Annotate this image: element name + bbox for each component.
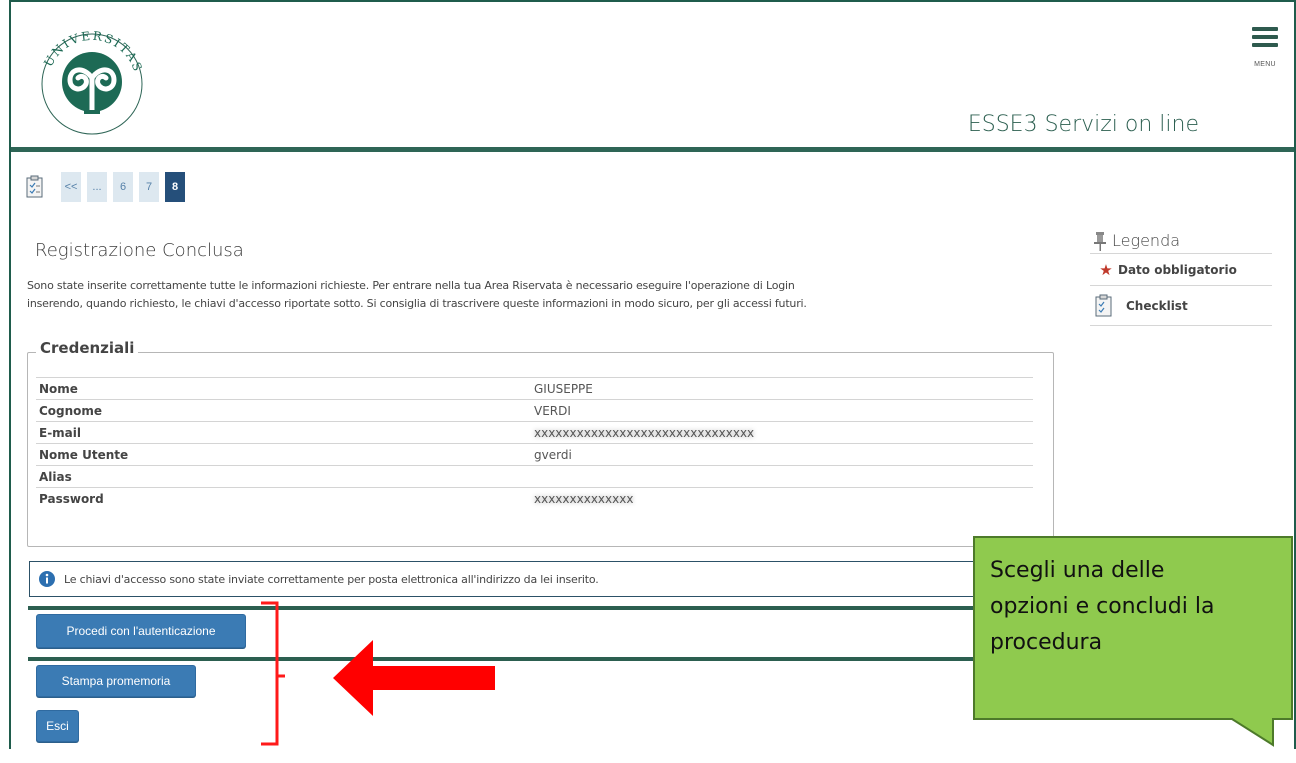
site-header: UNIVERSITAS STUDIORUM INSUBRIAE MENU ESS… [11, 2, 1294, 147]
intro-text: Sono state inserite correttamente tutte … [27, 277, 1067, 313]
pager-ellipsis[interactable]: ... [87, 172, 107, 202]
red-bracket-annotation [261, 601, 285, 746]
checklist-icon [1095, 294, 1112, 316]
pushpin-icon [1094, 231, 1106, 251]
menu-label: MENU [1254, 61, 1276, 68]
pager-step-7[interactable]: 7 [139, 172, 159, 202]
university-logo[interactable]: UNIVERSITAS STUDIORUM INSUBRIAE [28, 20, 156, 148]
site-title: ESSE3 Servizi on line [967, 112, 1199, 137]
info-icon [39, 571, 55, 587]
intro-line-1: Sono state inserite correttamente tutte … [27, 279, 795, 292]
cred-label-alias: Alias [36, 465, 531, 488]
pager-step-8-current[interactable]: 8 [165, 172, 185, 202]
info-message-box: Le chiavi d'accesso sono state inviate c… [29, 561, 1056, 597]
legend-item-label: Dato obbligatorio [1118, 262, 1237, 277]
cred-label-email: E-mail [36, 421, 531, 444]
table-row: Nome Utente gverdi [36, 443, 1033, 466]
table-row: Password xxxxxxxxxxxxxx [36, 487, 1033, 510]
table-row: Cognome VERDI [36, 399, 1033, 422]
hamburger-icon-bar [1252, 35, 1278, 39]
info-message-text: Le chiavi d'accesso sono state inviate c… [64, 572, 599, 586]
intro-line-2: inserendo, quando richiesto, le chiavi d… [27, 297, 807, 310]
cred-value-alias [531, 465, 1033, 488]
table-row: Nome GIUSEPPE [36, 377, 1033, 400]
credentials-table: Nome GIUSEPPE Cognome VERDI E-mail xxxxx… [36, 377, 1033, 510]
page-title: Registrazione Conclusa [35, 240, 244, 261]
legend-item-required: ★ Dato obbligatorio [1090, 254, 1272, 286]
cred-label-nome: Nome [36, 377, 531, 400]
star-icon: ★ [1099, 260, 1113, 279]
cred-label-password: Password [36, 487, 531, 510]
step-pager: << ... 6 7 8 [25, 172, 185, 202]
cred-label-cognome: Cognome [36, 399, 531, 422]
cred-value-email-redacted: xxxxxxxxxxxxxxxxxxxxxxxxxxxxxxx [531, 421, 1033, 444]
cred-value-cognome: VERDI [531, 399, 1033, 422]
callout-line-2: opzioni e concludi la [990, 594, 1215, 619]
menu-button[interactable]: MENU [1245, 27, 1285, 70]
credentials-fieldset: Credenziali Nome GIUSEPPE Cognome VERDI … [27, 339, 1054, 547]
cred-label-username: Nome Utente [36, 443, 531, 466]
credentials-legend: Credenziali [36, 339, 139, 357]
table-row: Alias [36, 465, 1033, 488]
callout-line-3: procedura [990, 630, 1103, 655]
callout-text: Scegli una delle opzioni e concludi la p… [990, 553, 1290, 661]
separator-line [28, 657, 1058, 661]
print-reminder-button[interactable]: Stampa promemoria [36, 665, 196, 697]
exit-button[interactable]: Esci [36, 710, 79, 742]
pager-step-6[interactable]: 6 [113, 172, 133, 202]
header-divider [11, 147, 1294, 152]
separator-line [28, 606, 1058, 610]
checklist-icon[interactable] [25, 175, 45, 199]
hamburger-icon [1252, 27, 1278, 31]
legend-title: Legenda [1112, 231, 1181, 250]
legend-sidebar: Legenda ★ Dato obbligatorio Checklist [1090, 228, 1272, 326]
legend-item-label: Checklist [1126, 298, 1188, 313]
cred-value-username: gverdi [531, 443, 1033, 466]
cred-value-password-redacted: xxxxxxxxxxxxxx [531, 487, 1033, 510]
callout-line-1: Scegli una delle [990, 558, 1165, 583]
pager-first[interactable]: << [61, 172, 81, 202]
red-arrow-annotation [333, 640, 495, 716]
legend-item-checklist: Checklist [1090, 286, 1272, 326]
authenticate-button[interactable]: Procedi con l'autenticazione [36, 614, 246, 648]
cred-value-nome: GIUSEPPE [531, 377, 1033, 400]
hamburger-icon-bar [1252, 43, 1278, 47]
legend-header: Legenda [1090, 228, 1272, 254]
table-row: E-mail xxxxxxxxxxxxxxxxxxxxxxxxxxxxxxx [36, 421, 1033, 444]
